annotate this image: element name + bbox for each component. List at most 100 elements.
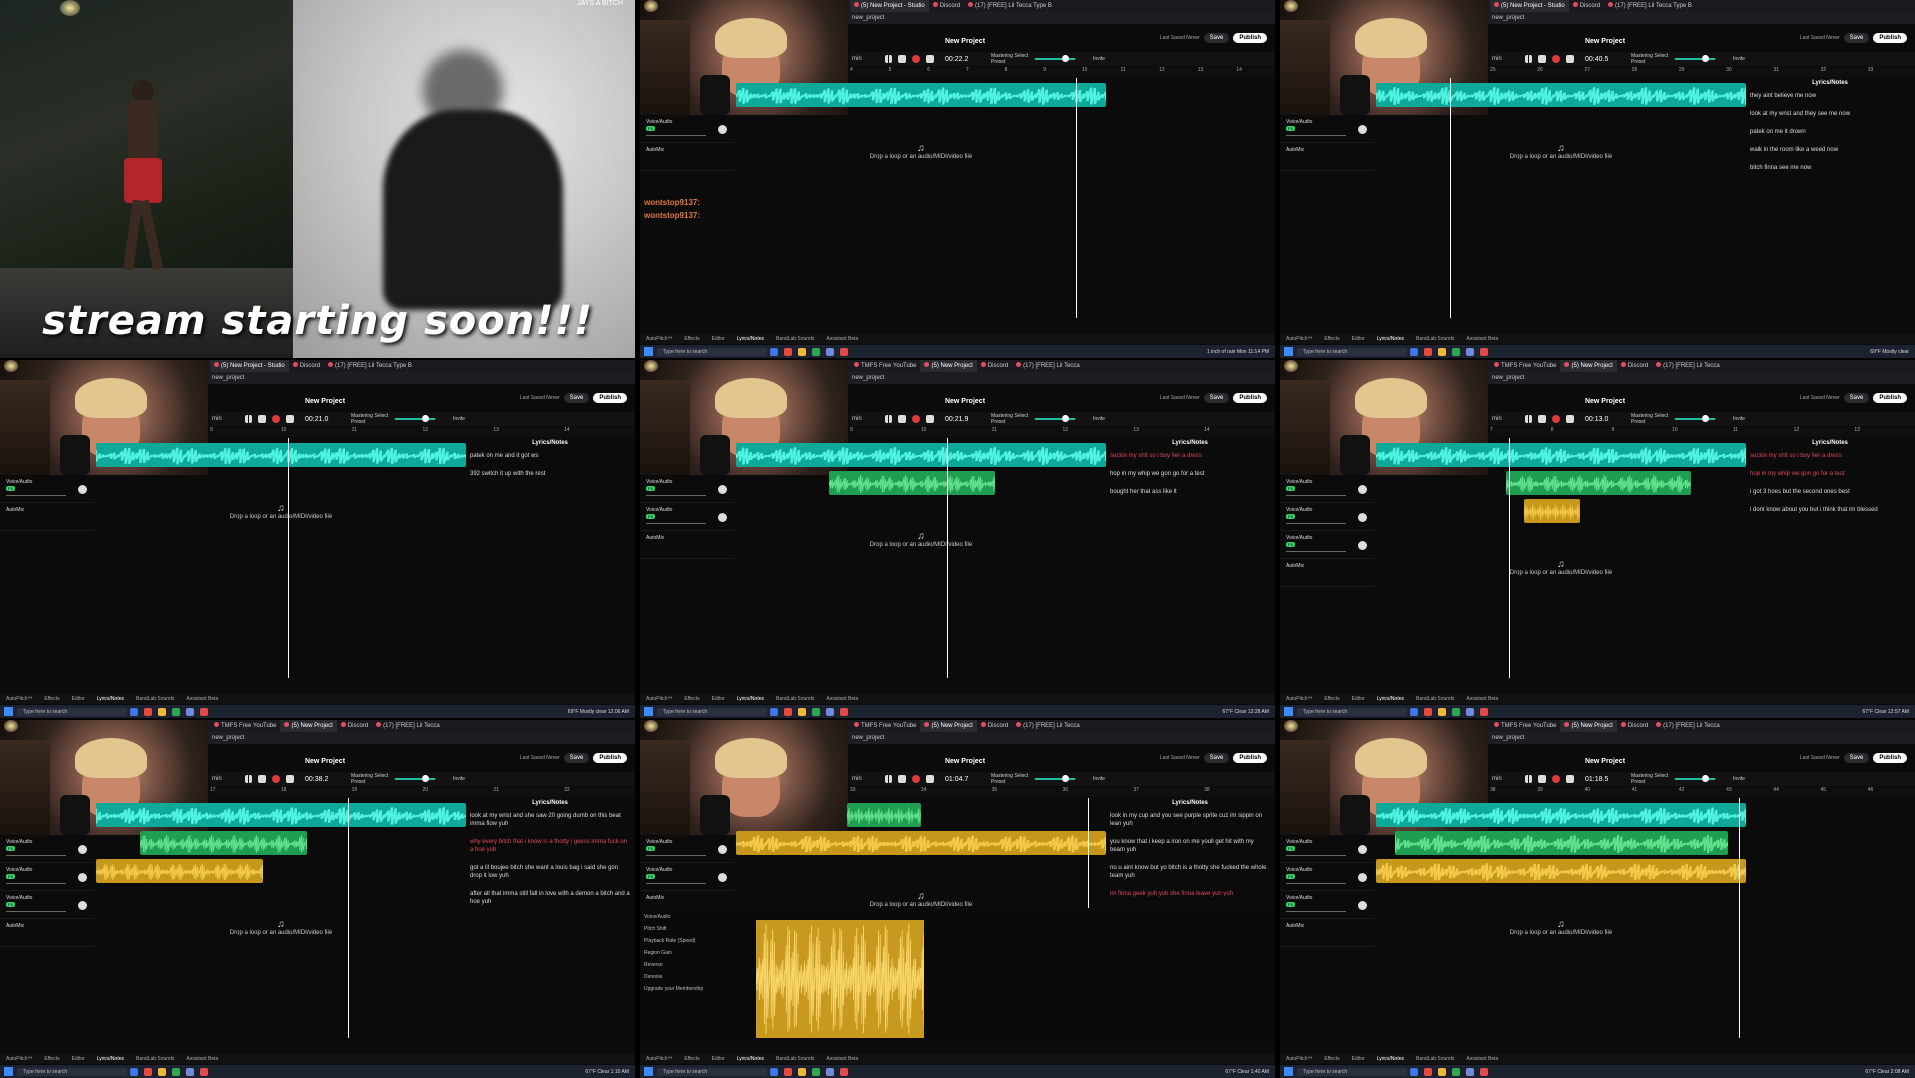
track-header[interactable]: Voice/Audio FX — [1280, 891, 1375, 919]
master-volume-slider[interactable] — [1035, 775, 1075, 782]
lyric-line[interactable]: im finna geek yuh yuh she finna leave yu… — [1110, 890, 1270, 898]
taskbar-app-icon[interactable] — [186, 707, 194, 716]
taskbar-app-icon[interactable] — [840, 707, 848, 716]
browser-tab[interactable]: (5) New Project - Studio — [1490, 0, 1569, 12]
publish-button[interactable]: Publish — [1233, 753, 1267, 763]
track-pan-knob[interactable] — [718, 513, 727, 522]
stop-button[interactable] — [898, 415, 906, 423]
track-lane[interactable] — [1376, 442, 1746, 468]
lyric-line[interactable]: bought her that ass like it — [1110, 488, 1270, 496]
volume-knob[interactable] — [422, 775, 429, 782]
bottom-tab[interactable]: Editor — [72, 1056, 85, 1062]
audio-clip[interactable] — [1394, 831, 1728, 855]
bottom-tab[interactable]: Effects — [44, 696, 59, 702]
bottom-tab[interactable]: Assistant Beta — [826, 1056, 858, 1062]
track-lane[interactable] — [736, 470, 1106, 496]
track-volume-fader[interactable] — [1286, 855, 1346, 856]
timeline-ruler[interactable]: 25 26 27 28 29 30 31 32 33 — [1490, 67, 1915, 77]
taskbar-app-icon[interactable] — [172, 707, 180, 716]
lyric-line[interactable]: patek on me it drown — [1750, 128, 1910, 136]
audio-clip[interactable] — [1376, 803, 1746, 827]
browser-tab[interactable]: (17) [FREE] Lil Tecca — [1012, 360, 1084, 372]
track-header[interactable]: Voice/Audio FX — [1280, 115, 1375, 143]
stop-button[interactable] — [258, 775, 266, 783]
automix-row[interactable]: AutoMix — [1280, 919, 1375, 947]
browser-tab[interactable]: (5) New Project — [920, 360, 977, 372]
track-lane[interactable] — [96, 858, 466, 884]
bottom-tab[interactable]: AutoPitch™ — [646, 696, 672, 702]
volume-knob[interactable] — [1702, 55, 1709, 62]
playhead[interactable] — [1509, 438, 1511, 678]
editor-control-label[interactable]: Region Gain — [644, 950, 728, 956]
drop-zone[interactable]: ♫ Drop a loop or an audio/MIDI/video file — [736, 891, 1106, 908]
browser-tab[interactable]: (17) [FREE] Lil Tecca Type B — [964, 0, 1054, 12]
track-lane[interactable] — [1376, 498, 1746, 524]
publish-button[interactable]: Publish — [1233, 33, 1267, 43]
taskbar-app-icon[interactable] — [1466, 347, 1474, 356]
taskbar-app-icon[interactable] — [770, 707, 778, 716]
taskbar-search[interactable]: Type here to search — [1297, 707, 1407, 716]
mastering-select[interactable]: Mastering Select Preset — [1631, 53, 1671, 65]
taskbar-app-icon[interactable] — [1480, 707, 1488, 716]
track-header[interactable]: Voice/Audio FX — [640, 475, 735, 503]
track-pan-knob[interactable] — [78, 901, 87, 910]
taskbar-app-icon[interactable] — [1410, 707, 1418, 716]
loop-button[interactable] — [926, 775, 934, 783]
automix-row[interactable]: AutoMix — [1280, 559, 1375, 587]
audio-clip[interactable] — [736, 831, 1106, 855]
lyric-line[interactable]: 392 switch it up with the rest — [470, 470, 630, 478]
stop-button[interactable] — [258, 415, 266, 423]
taskbar-app-icon[interactable] — [1480, 347, 1488, 356]
bottom-tab[interactable]: Editor — [712, 696, 725, 702]
save-button[interactable]: Save — [563, 753, 590, 763]
bottom-tab[interactable]: BandLab Sounds — [776, 336, 814, 342]
browser-tab[interactable]: Discord — [1617, 720, 1652, 732]
taskbar-app-icon[interactable] — [172, 1067, 180, 1076]
track-header[interactable]: Voice/Audio FX — [1280, 531, 1375, 559]
lyric-line[interactable]: suckin my shit so i buy her a dress — [1750, 452, 1910, 460]
taskbar-app-icon[interactable] — [158, 1067, 166, 1076]
taskbar-app-icon[interactable] — [812, 1067, 820, 1076]
taskbar-app-icon[interactable] — [784, 1067, 792, 1076]
track-header[interactable]: Voice/Audio FX — [0, 891, 95, 919]
audio-clip[interactable] — [736, 443, 1106, 467]
taskbar-app-icon[interactable] — [144, 707, 152, 716]
taskbar-app-icon[interactable] — [130, 707, 138, 716]
bottom-tab[interactable]: Effects — [1324, 696, 1339, 702]
master-volume-slider[interactable] — [1675, 415, 1715, 422]
windows-start-icon[interactable] — [1284, 347, 1293, 356]
taskbar-search[interactable]: Type here to search — [657, 1067, 767, 1076]
save-button[interactable]: Save — [1843, 33, 1870, 43]
browser-tab[interactable]: Discord — [977, 720, 1012, 732]
track-header[interactable]: Voice/Audio FX — [640, 115, 735, 143]
record-button[interactable] — [912, 55, 920, 63]
record-button[interactable] — [912, 415, 920, 423]
track-header[interactable]: Voice/Audio FX — [1280, 503, 1375, 531]
lyrics-panel[interactable]: Lyrics/Notes suckin my shit so i buy her … — [1750, 440, 1910, 680]
invite-button[interactable]: Invite — [453, 416, 465, 422]
taskbar-app-icon[interactable] — [158, 707, 166, 716]
loop-button[interactable] — [1566, 55, 1574, 63]
browser-tab[interactable]: (5) New Project - Studio — [850, 0, 929, 12]
pause-button[interactable] — [885, 55, 892, 63]
editor-control-label[interactable]: Upgrade your Membership — [644, 986, 728, 992]
record-button[interactable] — [1552, 415, 1560, 423]
track-header[interactable]: Voice/Audio FX — [1280, 863, 1375, 891]
taskbar-app-icon[interactable] — [1424, 347, 1432, 356]
windows-start-icon[interactable] — [644, 707, 653, 716]
taskbar-app-icon[interactable] — [770, 1067, 778, 1076]
bottom-tab[interactable]: Lyrics/Notes — [737, 336, 764, 342]
track-pan-knob[interactable] — [718, 845, 727, 854]
track-pan-knob[interactable] — [1358, 485, 1367, 494]
track-lane[interactable] — [1376, 82, 1746, 108]
track-lane[interactable] — [96, 802, 466, 828]
audio-clip[interactable] — [1376, 443, 1746, 467]
bottom-tab[interactable]: Lyrics/Notes — [97, 696, 124, 702]
windows-start-icon[interactable] — [4, 707, 13, 716]
master-volume-slider[interactable] — [1035, 55, 1075, 62]
bottom-tab[interactable]: BandLab Sounds — [776, 1056, 814, 1062]
taskbar-app-icon[interactable] — [784, 347, 792, 356]
lyric-line[interactable]: hop in my whip we gon go for a test — [1110, 470, 1270, 478]
track-lane[interactable] — [96, 830, 466, 856]
mastering-select[interactable]: Mastering Select Preset — [991, 773, 1031, 785]
